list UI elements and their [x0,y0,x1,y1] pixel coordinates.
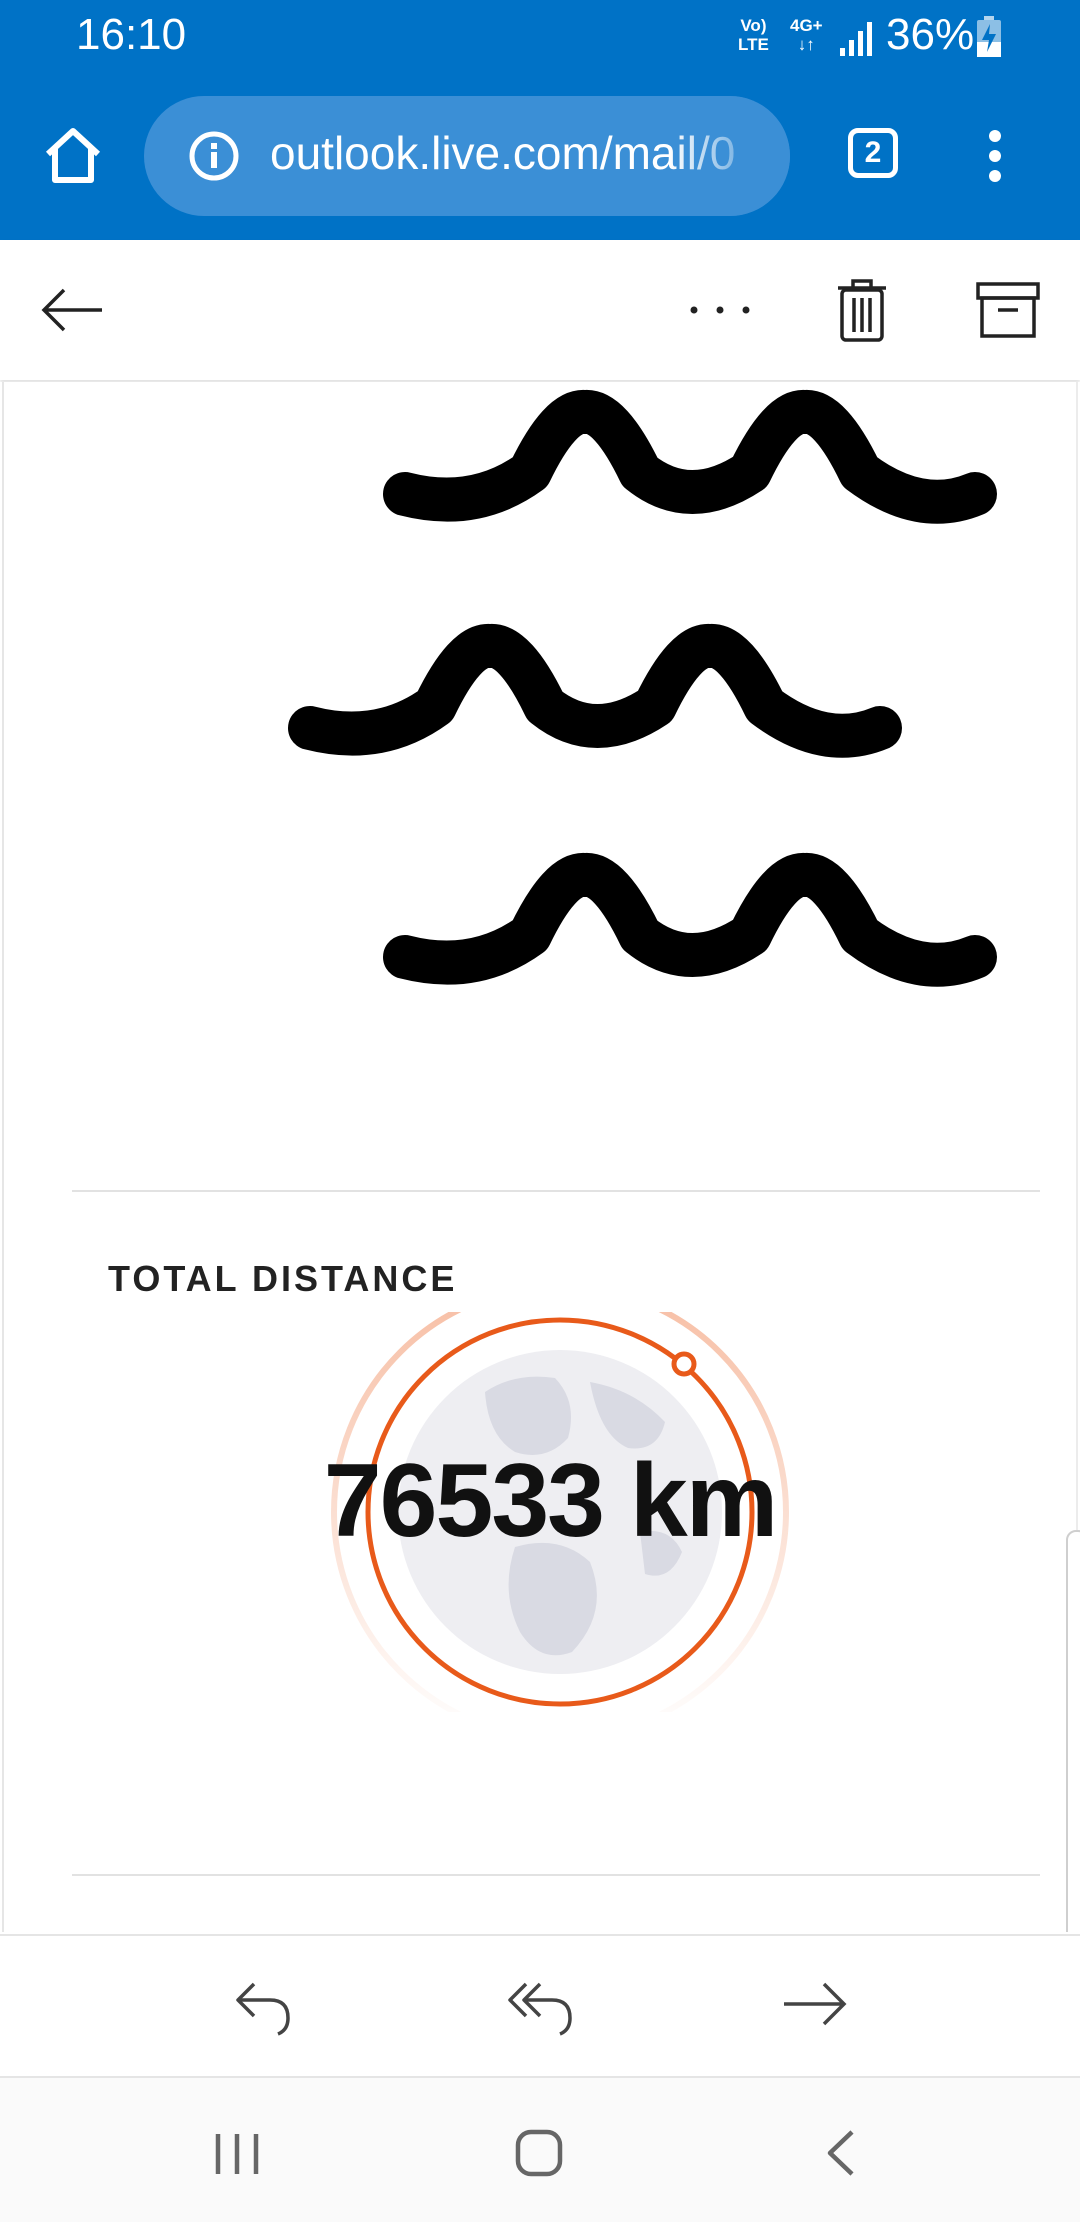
reply-icon[interactable] [224,1964,304,2044]
email-body: TOTAL DISTANCE 76533 km [0,382,1080,1932]
info-icon[interactable] [188,130,240,182]
delete-icon[interactable] [822,270,902,350]
volte-bottom: LTE [738,35,769,54]
battery-charging-icon [977,16,1001,57]
back-arrow-icon[interactable] [32,270,112,350]
system-nav-bar [0,2076,1080,2222]
archive-icon[interactable] [968,270,1048,350]
volte-indicator: Vo) LTE [738,16,769,54]
email-action-bar [0,1934,1080,2078]
reply-all-icon[interactable] [502,1964,582,2044]
status-time: 16:10 [76,10,187,59]
network-type-top: 4G+ [790,16,823,35]
home-nav-icon[interactable] [504,2118,574,2188]
back-nav-icon[interactable] [806,2118,876,2188]
section-divider [72,1190,1040,1192]
volte-top: Vo) [740,16,767,35]
network-type-indicator: 4G+ ↓↑ [790,16,823,54]
battery-percent: 36% [886,10,975,59]
browser-toolbar: outlook.live.com/mail/0 2 [0,76,1080,240]
total-distance-value: 76533 km [323,1443,778,1559]
section-divider [72,1874,1040,1876]
address-bar[interactable]: outlook.live.com/mail/0 [144,96,790,216]
recent-apps-icon[interactable] [202,2118,272,2188]
mail-toolbar [0,240,1080,380]
forward-icon[interactable] [774,1964,854,2044]
signal-icon [840,22,872,56]
home-icon[interactable] [38,120,108,190]
section-label: TOTAL DISTANCE [108,1258,458,1299]
url-fade [670,96,790,216]
more-options-icon[interactable] [680,270,760,350]
network-type-bottom: ↓↑ [797,35,815,54]
tabs-button[interactable]: 2 [848,128,898,178]
scroll-handle[interactable] [1066,1530,1080,1932]
water-waves-icon [288,390,997,987]
overflow-menu-icon[interactable] [980,130,1010,186]
status-bar: 16:10 Vo) LTE 4G+ ↓↑ 36% [0,0,1080,76]
